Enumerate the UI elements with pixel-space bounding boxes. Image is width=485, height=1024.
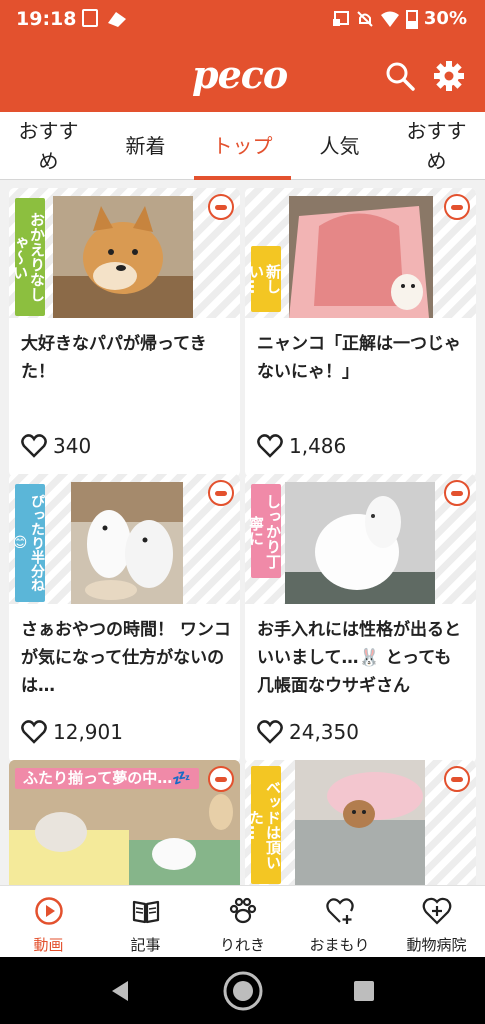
like-number: 340 <box>53 434 92 458</box>
system-navigation-bar <box>0 957 485 1024</box>
card-tag: おかえりなしゃ〜い <box>11 198 46 316</box>
nav-videos[interactable]: 動画 <box>0 886 97 958</box>
card-tag: ふたり揃って夢の中…💤 <box>15 768 199 789</box>
app-notification-icon <box>108 12 126 27</box>
battery-icon <box>405 9 418 29</box>
card-title: さぁおやつの時間！ ワンコが気になって仕方がないのは… <box>21 620 231 696</box>
nav-label: おまもり <box>309 936 370 954</box>
card-tag: ぴったり半分ね😊 <box>12 484 45 602</box>
shiba-dog-image <box>53 196 193 318</box>
card-tag: ベッドは頂いた… <box>247 766 282 884</box>
peco-badge-icon <box>208 194 234 220</box>
tab-label: おすすめ <box>406 119 467 173</box>
peco-badge-icon <box>444 194 470 220</box>
like-count[interactable]: 24,350 <box>257 720 359 744</box>
white-dogs-image <box>71 482 183 604</box>
peco-logo: peco <box>192 52 288 97</box>
video-thumbnail: ふたり揃って夢の中…💤 <box>9 760 240 885</box>
heart-hospital-icon <box>422 897 452 925</box>
nav-label: 動物病院 <box>406 936 467 954</box>
video-thumbnail: ベッドは頂いた… <box>245 760 476 885</box>
video-card[interactable]: ぴったり半分ね😊 さぁおやつの時間！ ワンコが気になって仕方がないのは… 12,… <box>9 474 240 763</box>
video-card[interactable]: おかえりなしゃ〜い 大好きなパパが帰ってきた！ 340 <box>9 188 240 477</box>
tab-recommended-left[interactable]: おすすめ <box>0 112 97 180</box>
card-title: ニャンコ「正解は一つじゃないにゃ！」 <box>257 334 461 382</box>
status-bar: 19:18 30% <box>0 0 485 40</box>
recents-icon[interactable] <box>353 980 375 1002</box>
card-tag: 新しい… <box>247 246 282 312</box>
like-count[interactable]: 340 <box>21 434 91 458</box>
category-tabs: おすすめ 新着 トップ 人気 おすすめ <box>0 112 485 180</box>
gear-icon[interactable] <box>433 60 465 92</box>
peco-badge-icon <box>444 766 470 792</box>
card-title: お手入れには性格が出るといいまして…🐰 とっても几帳面なウサギさん <box>257 620 461 696</box>
like-number: 1,486 <box>289 434 347 458</box>
nav-label: 動画 <box>33 936 64 954</box>
video-card[interactable]: 新しい… ニャンコ「正解は一つじゃないにゃ！」 1,486 <box>245 188 476 477</box>
tab-popular[interactable]: 人気 <box>291 112 388 180</box>
heart-icon <box>21 720 47 744</box>
like-number: 12,901 <box>53 720 123 744</box>
video-card[interactable]: ふたり揃って夢の中…💤 <box>9 760 240 885</box>
tab-label: おすすめ <box>18 119 79 173</box>
like-count[interactable]: 12,901 <box>21 720 123 744</box>
paw-icon <box>229 897 257 924</box>
peco-badge-icon <box>208 480 234 506</box>
cat-in-bag-image <box>289 196 433 318</box>
video-thumbnail: 新しい… <box>245 188 476 318</box>
back-icon[interactable] <box>108 979 132 1003</box>
video-card[interactable]: しっかり丁寧に お手入れには性格が出るといいまして…🐰 とっても几帳面なウサギさ… <box>245 474 476 763</box>
tab-new[interactable]: 新着 <box>97 112 194 180</box>
tab-label: トップ <box>212 134 273 158</box>
peco-badge-icon <box>444 480 470 506</box>
like-number: 24,350 <box>289 720 359 744</box>
peco-badge-icon <box>208 766 234 792</box>
home-icon[interactable] <box>222 970 264 1012</box>
status-time: 19:18 <box>16 8 77 30</box>
bottom-navigation: 動画 記事 りれき おまもり 動物病院 <box>0 885 485 957</box>
video-feed[interactable]: おかえりなしゃ〜い 大好きなパパが帰ってきた！ 340 新しい… ニャンコ「正解… <box>0 180 485 885</box>
app-header: peco <box>0 40 485 112</box>
battery-level: 30% <box>423 8 467 29</box>
nav-animal-hospital[interactable]: 動物病院 <box>388 886 485 958</box>
heart-icon <box>257 434 283 458</box>
heart-plus-icon <box>326 898 354 924</box>
tab-label: 新着 <box>125 134 166 158</box>
white-rabbit-image <box>285 482 435 604</box>
nav-omamori[interactable]: おまもり <box>291 886 388 958</box>
wifi-icon <box>380 11 399 27</box>
video-card[interactable]: ベッドは頂いた… <box>245 760 476 885</box>
video-thumbnail: ぴったり半分ね😊 <box>9 474 240 604</box>
nav-label: りれき <box>219 936 265 954</box>
book-icon <box>132 900 160 924</box>
search-icon[interactable] <box>384 60 416 92</box>
nav-history[interactable]: りれき <box>194 886 291 958</box>
tab-recommended-right[interactable]: おすすめ <box>388 112 485 180</box>
heart-icon <box>257 720 283 744</box>
card-title: 大好きなパパが帰ってきた！ <box>21 334 207 382</box>
card-tag: しっかり丁寧に <box>247 484 282 578</box>
nav-articles[interactable]: 記事 <box>97 886 194 958</box>
heart-icon <box>21 434 47 458</box>
nav-label: 記事 <box>130 936 161 954</box>
tab-top[interactable]: トップ <box>194 112 291 180</box>
video-thumbnail: おかえりなしゃ〜い <box>9 188 240 318</box>
play-circle-icon <box>35 897 63 925</box>
cat-on-bed-image <box>295 760 425 885</box>
cast-icon <box>332 10 349 26</box>
mute-icon <box>357 10 373 27</box>
tab-label: 人気 <box>319 134 360 158</box>
like-count[interactable]: 1,486 <box>257 434 346 458</box>
video-thumbnail: しっかり丁寧に <box>245 474 476 604</box>
notification-icon <box>82 9 98 27</box>
